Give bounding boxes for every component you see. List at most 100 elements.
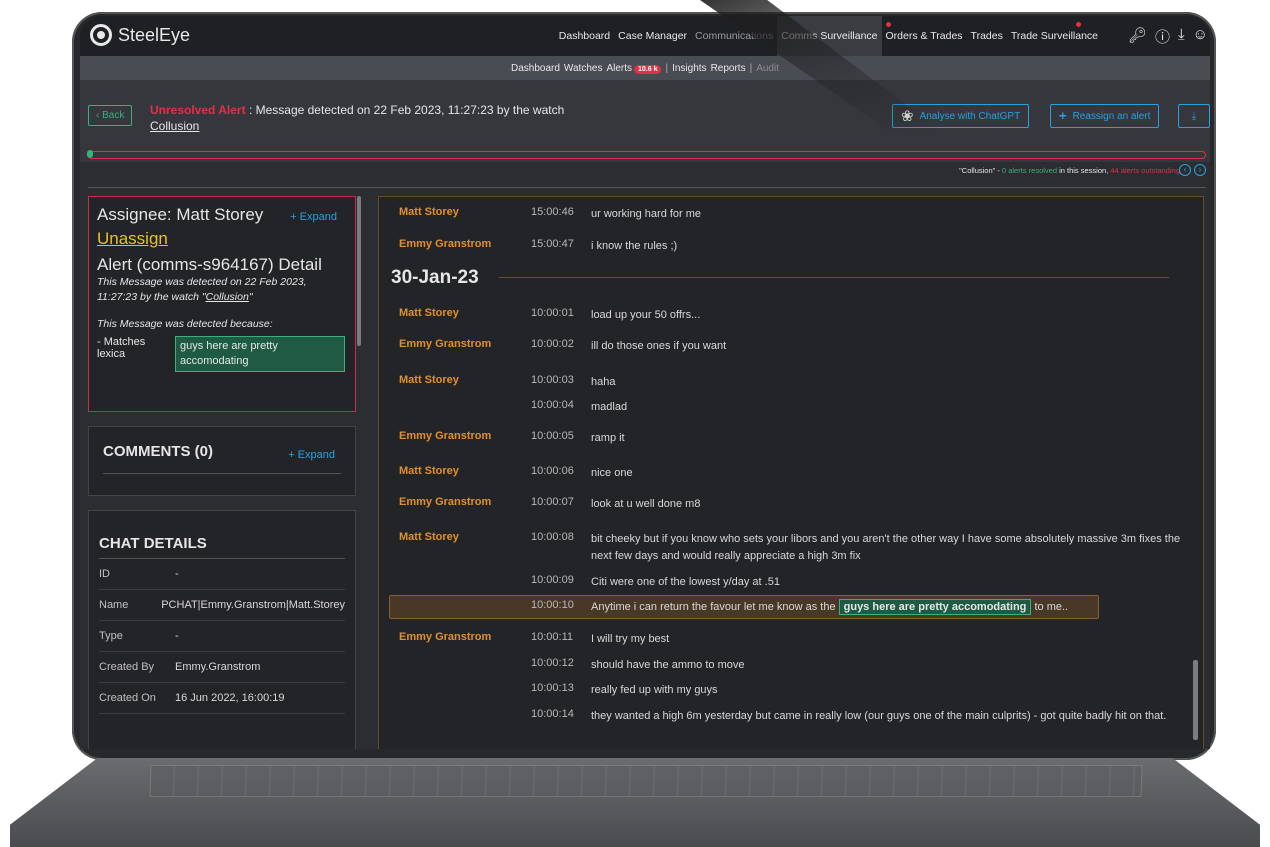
- detail-key: Created On: [99, 692, 156, 704]
- subnav-insights[interactable]: Insights: [672, 63, 706, 74]
- comments-card: COMMENTS (0) + Expand: [88, 426, 356, 496]
- chat-scrollbar[interactable]: [1193, 660, 1198, 740]
- separator: |: [665, 62, 669, 74]
- top-icons: 🔑︎ ⓘ ⤓ ☺: [1128, 26, 1208, 47]
- download-icon: ⤓: [1191, 110, 1197, 122]
- subnav-reports[interactable]: Reports: [711, 63, 746, 74]
- subnav-alerts[interactable]: Alerts 10.6 k: [606, 62, 662, 74]
- watch-link[interactable]: Collusion: [150, 119, 199, 133]
- lexica-row: - Matches lexica guys here are pretty ac…: [97, 336, 347, 372]
- message-text-before: Anytime i can return the favour let me k…: [591, 601, 836, 613]
- detected-watch-link[interactable]: Collusion: [206, 291, 249, 303]
- sender: Matt Storey: [399, 465, 459, 477]
- session-prefix: "Collusion" -: [959, 166, 1002, 175]
- key-icon[interactable]: 🔑︎: [1128, 26, 1147, 47]
- assignee-expand-link[interactable]: + Expand: [290, 211, 337, 223]
- timestamp: 10:00:03: [531, 374, 574, 386]
- alert-message: : Message detected on 22 Feb 2023, 11:27…: [248, 103, 565, 117]
- message-text: they wanted a high 6m yesterday but came…: [591, 710, 1167, 722]
- left-scrollbar[interactable]: [357, 196, 361, 346]
- unassign-link[interactable]: Unassign: [97, 229, 347, 249]
- message-text: bit cheeky but if you know who sets your…: [591, 533, 1181, 562]
- laptop-keyboard: [149, 765, 1143, 797]
- chat-transcript: Matt Storey 15:00:46 ur working hard for m…: [378, 196, 1204, 749]
- message-text: haha: [591, 376, 616, 388]
- session-outstanding: 44 alerts outstanding: [1110, 166, 1180, 175]
- detail-value: 16 Jun 2022, 16:00:19: [175, 692, 285, 704]
- app-logo[interactable]: SteelEye: [90, 24, 190, 46]
- comments-expand-link[interactable]: + Expand: [288, 449, 335, 461]
- detail-key: Type: [99, 630, 123, 642]
- subnav-watches[interactable]: Watches: [564, 63, 603, 74]
- timestamp: 10:00:06: [531, 465, 574, 477]
- message-text: ill do those ones if you want: [591, 340, 727, 352]
- sender: Emmy Granstrom: [399, 496, 492, 508]
- nav-dashboard[interactable]: Dashboard: [555, 16, 614, 56]
- subnav-audit[interactable]: Audit: [756, 63, 779, 74]
- sender: Matt Storey: [399, 374, 459, 386]
- steeleye-logo-icon: [90, 24, 112, 46]
- message-text: I will try my best: [591, 633, 670, 645]
- matches-label: - Matches lexica: [97, 336, 146, 360]
- session-middle: in this session,: [1057, 166, 1111, 175]
- detail-value: Emmy.Granstrom: [175, 661, 261, 673]
- timestamp: 10:00:04: [531, 399, 574, 411]
- detail-key: Name: [99, 599, 129, 611]
- alert-progress-bar: [87, 150, 1206, 159]
- separator: |: [749, 62, 753, 74]
- timestamp: 10:00:08: [531, 531, 574, 543]
- message-text: Citi were one of the lowest y/day at .51: [591, 576, 780, 588]
- nav-orders-trades[interactable]: Orders & Trades: [882, 16, 967, 56]
- divider: [103, 473, 341, 474]
- detail-key: Created By: [99, 661, 155, 673]
- download-icon[interactable]: ⤓: [1178, 26, 1185, 47]
- timestamp: 10:00:01: [531, 307, 574, 319]
- top-navigation: SteelEye Dashboard Case Manager Communic…: [80, 16, 1210, 56]
- alert-detail-title: Alert (comms-s964167) Detail: [97, 255, 322, 274]
- alerts-count-badge: 10.6 k: [634, 64, 662, 74]
- session-info: "Collusion" - 0 alerts resolved in this …: [959, 166, 1180, 175]
- nav-trades[interactable]: Trades: [967, 16, 1007, 56]
- detail-row: Name PCHAT|Emmy.Granstrom|Matt.Storey: [99, 590, 345, 621]
- sender: Emmy Granstrom: [399, 238, 492, 250]
- date-header: 30-Jan-23: [391, 267, 479, 288]
- message-text-after: to me..: [1034, 601, 1069, 613]
- because-text: This Message was detected because:: [97, 318, 273, 330]
- timestamp: 10:00:09: [531, 574, 574, 586]
- detail-row: Type -: [99, 621, 345, 652]
- export-button[interactable]: ⤓: [1178, 104, 1210, 128]
- timestamp: 10:00:14: [531, 708, 574, 720]
- chat-details-card: CHAT DETAILS ID - Name PCHAT|Emmy.Granstro…: [88, 510, 356, 749]
- timestamp: 10:00:07: [531, 496, 574, 508]
- next-alert-icon[interactable]: ›: [1194, 164, 1206, 176]
- back-button[interactable]: ‹ Back: [88, 105, 133, 126]
- alert-status: Unresolved Alert: [150, 103, 246, 117]
- message-text: ramp it: [591, 432, 625, 444]
- reassign-alert-button[interactable]: ➕︎ Reassign an alert: [1050, 104, 1160, 128]
- message-text: Anytime i can return the favour let me k…: [591, 599, 1181, 616]
- reassign-label: Reassign an alert: [1072, 110, 1151, 122]
- timestamp: 10:00:02: [531, 338, 574, 350]
- timestamp: 10:00:12: [531, 657, 574, 669]
- detected-prefix: This Message was detected on 22 Feb 2023…: [97, 276, 307, 303]
- assignee-card: Assignee: Matt Storey + Expand Unassign …: [88, 196, 356, 412]
- divider: [88, 187, 1206, 188]
- timestamp: 10:00:10: [531, 599, 574, 611]
- detected-suffix: ": [248, 291, 253, 303]
- help-icon[interactable]: ⓘ: [1155, 26, 1170, 47]
- trade-notification-dot: [1076, 22, 1081, 27]
- message-text: should have the ammo to move: [591, 659, 745, 671]
- alert-summary: Unresolved Alert : Message detected on 2…: [150, 102, 590, 134]
- message-text: load up your 50 offrs...: [591, 309, 701, 321]
- comms-notification-dot: [886, 22, 891, 27]
- detail-value: -: [175, 568, 179, 580]
- subnav-alerts-label: Alerts: [606, 62, 633, 74]
- user-icon[interactable]: ☺: [1193, 26, 1208, 47]
- nav-trade-surveillance[interactable]: Trade Surveillance: [1007, 16, 1102, 56]
- timestamp: 10:00:13: [531, 682, 574, 694]
- subnav-dashboard[interactable]: Dashboard: [511, 63, 560, 74]
- sender: Matt Storey: [399, 307, 459, 319]
- prev-alert-icon[interactable]: ‹: [1179, 164, 1191, 176]
- nav-case-manager[interactable]: Case Manager: [614, 16, 691, 56]
- date-divider: [499, 277, 1169, 278]
